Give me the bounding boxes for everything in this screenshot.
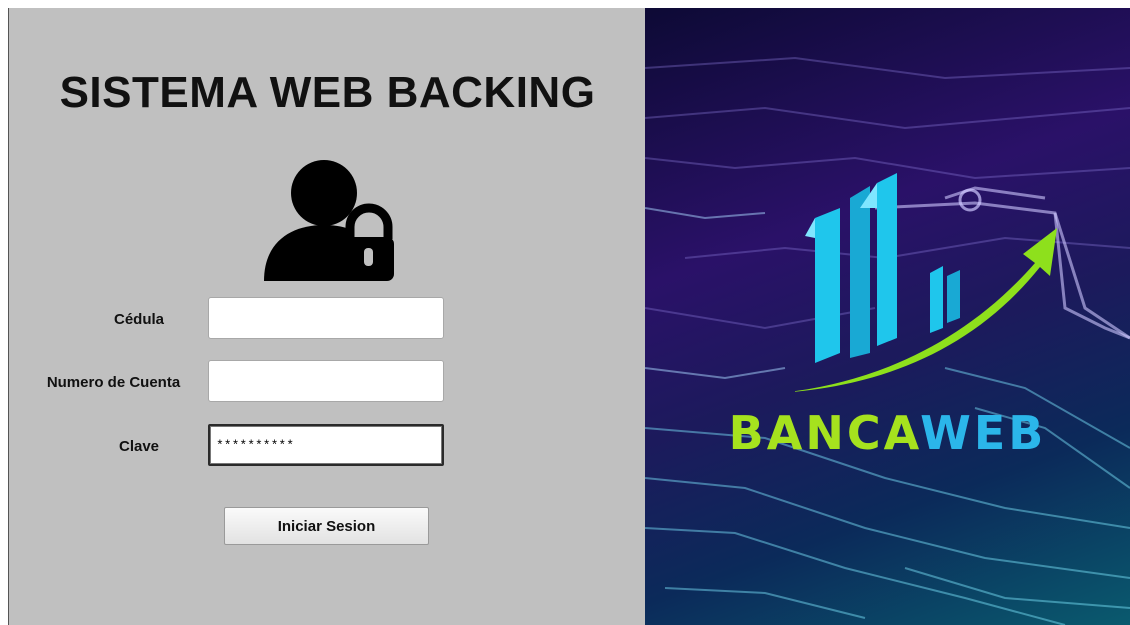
brand-name-part-2: WEB bbox=[920, 406, 1047, 460]
cedula-input[interactable] bbox=[208, 297, 444, 339]
account-number-label: Numero de Cuenta bbox=[46, 374, 181, 391]
login-panel: SISTEMA WEB BACKING Cédula Numero de Cue… bbox=[8, 8, 646, 625]
cedula-label: Cédula bbox=[113, 311, 164, 328]
login-button[interactable]: Iniciar Sesion bbox=[224, 507, 429, 545]
bancaweb-logo-icon bbox=[795, 173, 1057, 392]
password-label: Clave bbox=[118, 438, 160, 455]
brand-name-part-1: BANCA bbox=[728, 406, 921, 460]
user-lock-icon bbox=[264, 160, 394, 281]
account-number-input[interactable] bbox=[208, 360, 444, 402]
password-input[interactable] bbox=[208, 424, 444, 466]
brand-panel: BANCAWEB bbox=[645, 8, 1130, 625]
page-title: SISTEMA WEB BACKING bbox=[59, 68, 596, 117]
app-window: SISTEMA WEB BACKING Cédula Numero de Cue… bbox=[8, 8, 1130, 625]
brand-name: BANCAWEB bbox=[645, 406, 1130, 460]
